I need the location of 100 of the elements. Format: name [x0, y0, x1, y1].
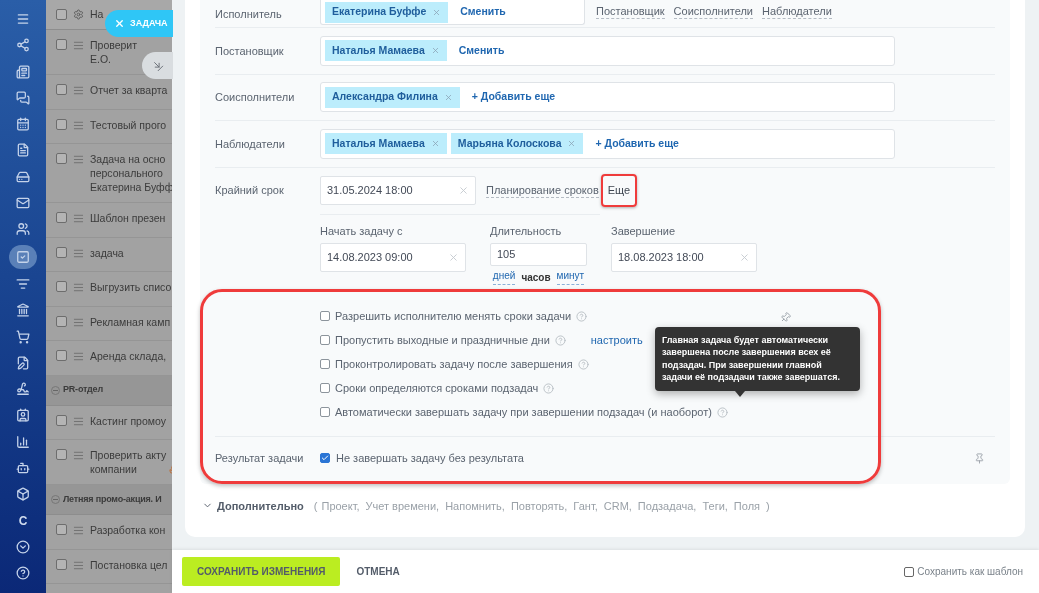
section-toggle[interactable]: Дополнительно — [217, 497, 304, 514]
option-label[interactable]: Сроки определяются сроками подзадач — [335, 379, 539, 397]
drag-handle-icon[interactable] — [73, 415, 84, 427]
save-button[interactable]: СОХРАНИТЬ ИЗМЕНЕНИЯ — [182, 557, 341, 586]
section-link[interactable]: Теги, — [702, 497, 728, 514]
people-field[interactable]: Наталья Мамаева Марьяна Колоскова + Добавить еще — [320, 128, 895, 159]
option-label[interactable]: Автоматически завершать задачу при завершении подзадач (и наоборот) — [335, 403, 712, 421]
column-header[interactable]: На — [90, 6, 104, 23]
drag-handle-icon[interactable] — [73, 40, 84, 51]
checkbox[interactable] — [56, 39, 67, 50]
person-tag[interactable]: Наталья Мамаева — [325, 40, 447, 62]
person-tag[interactable]: Наталья Мамаева — [325, 133, 447, 155]
drag-handle-icon[interactable] — [73, 85, 84, 96]
help-icon[interactable] — [716, 406, 728, 418]
checkbox[interactable] — [320, 453, 330, 463]
option-label[interactable]: Проконтролировать задачу после завершения — [335, 355, 573, 373]
option-label[interactable]: Не завершать задачу без результата — [336, 449, 524, 467]
date-field[interactable]: 31.05.2024 18:00 — [320, 176, 476, 205]
field-action-link[interactable]: + Добавить еще — [471, 89, 556, 106]
people-field[interactable]: Наталья Мамаева Сменить — [320, 35, 895, 66]
nav-letter[interactable]: С — [11, 509, 35, 532]
more-link[interactable]: Еще — [600, 174, 638, 207]
remove-icon[interactable] — [567, 139, 577, 149]
help-icon[interactable] — [543, 382, 555, 394]
drag-handle-icon[interactable] — [73, 450, 84, 461]
field-action-link[interactable]: Сменить — [458, 42, 505, 59]
option-label[interactable]: Разрешить исполнителю менять сроки задачи — [335, 307, 572, 325]
help-icon[interactable] — [576, 310, 588, 322]
checkbox[interactable] — [56, 84, 67, 95]
section-link[interactable]: Подзадача, — [637, 497, 697, 514]
checkbox[interactable] — [320, 383, 330, 393]
task-title[interactable]: Шаблон презен — [90, 211, 166, 225]
option-label[interactable]: Пропустить выходные и праздничные дни — [335, 331, 550, 349]
people-field[interactable]: Екатерина Буффе Сменить — [320, 0, 585, 25]
checkbox[interactable] — [320, 335, 330, 345]
checkbox[interactable] — [320, 359, 330, 369]
drag-handle-icon[interactable] — [73, 282, 84, 293]
checkbox[interactable] — [320, 407, 330, 417]
checkbox[interactable] — [56, 449, 67, 460]
date-field[interactable]: 14.08.2023 09:00 — [320, 243, 466, 272]
task-title[interactable]: задача — [90, 245, 124, 260]
settings-icon[interactable] — [73, 9, 84, 20]
task-title[interactable]: Аренда склада, — [90, 349, 167, 363]
field-action-link[interactable]: Сменить — [460, 4, 506, 20]
unit-option[interactable]: дней — [492, 269, 516, 285]
unit-option[interactable]: часов — [521, 269, 551, 285]
clear-icon[interactable] — [458, 185, 469, 196]
task-title[interactable]: Постановка цел — [90, 557, 168, 572]
help-icon[interactable] — [577, 358, 589, 370]
date-field[interactable]: 18.08.2023 18:00 — [611, 243, 757, 272]
checkbox[interactable] — [56, 212, 67, 223]
task-title[interactable]: Кастинг промоу — [90, 413, 166, 428]
person-tag[interactable]: Екатерина Буффе — [325, 1, 449, 23]
drag-handle-icon[interactable] — [73, 119, 84, 131]
help-icon[interactable] — [554, 334, 566, 346]
pin-icon[interactable] — [974, 452, 985, 464]
remove-icon[interactable] — [443, 92, 453, 102]
checkbox[interactable] — [56, 558, 67, 570]
duration-field[interactable]: 105 — [490, 243, 587, 266]
remove-icon[interactable] — [432, 7, 442, 17]
section-link[interactable]: Учет времени, — [365, 497, 440, 514]
task-title[interactable]: Рекламная камп — [90, 314, 171, 329]
checkbox[interactable] — [56, 281, 67, 292]
minimize-button[interactable] — [142, 52, 173, 79]
clear-icon[interactable] — [448, 252, 459, 263]
drag-handle-icon[interactable] — [73, 213, 84, 224]
task-title[interactable]: Задача на осно персонального Екатерина Буфф — [90, 152, 172, 194]
task-title[interactable]: Выгрузить списо — [90, 280, 172, 294]
people-field[interactable]: Александра Филина + Добавить еще — [320, 82, 895, 113]
checkbox[interactable] — [56, 153, 67, 164]
cancel-button[interactable]: ОТМЕНА — [350, 564, 406, 579]
checkbox[interactable] — [56, 350, 67, 361]
drag-handle-icon[interactable] — [73, 351, 84, 362]
drag-handle-icon[interactable] — [73, 525, 84, 536]
drag-handle-icon[interactable] — [73, 559, 84, 571]
task-title[interactable]: Тестовый прого — [90, 117, 167, 132]
task-title[interactable]: Проверить акту компании — [90, 448, 167, 476]
planning-link[interactable]: Планирование сроков — [486, 183, 599, 198]
person-tag[interactable]: Марьяна Колоскова — [450, 133, 584, 155]
checkbox[interactable] — [904, 566, 915, 577]
checkbox[interactable] — [56, 524, 67, 535]
drag-handle-icon[interactable] — [73, 154, 84, 165]
field-action-link[interactable]: + Добавить еще — [595, 135, 679, 152]
checkbox[interactable] — [56, 9, 67, 20]
task-title[interactable]: Разработка кон — [90, 523, 166, 537]
drag-handle-icon[interactable] — [73, 316, 84, 328]
remove-icon[interactable] — [430, 46, 440, 56]
task-title[interactable]: Отчет за кварта — [90, 83, 168, 97]
checkbox[interactable] — [56, 118, 67, 130]
checkbox[interactable] — [320, 311, 330, 321]
clear-icon[interactable] — [739, 252, 750, 263]
task-title[interactable]: Проверит Е.О. — [90, 38, 138, 66]
checkbox[interactable] — [56, 414, 67, 426]
person-tag[interactable]: Александра Филина — [325, 86, 460, 108]
remove-icon[interactable] — [430, 139, 440, 149]
option-label[interactable]: Сохранить как шаблон — [917, 564, 1023, 579]
role-link[interactable]: Наблюдатели — [762, 5, 832, 19]
role-link[interactable]: Постановщик — [596, 5, 665, 19]
checkbox[interactable] — [56, 315, 67, 327]
drag-handle-icon[interactable] — [73, 247, 84, 259]
